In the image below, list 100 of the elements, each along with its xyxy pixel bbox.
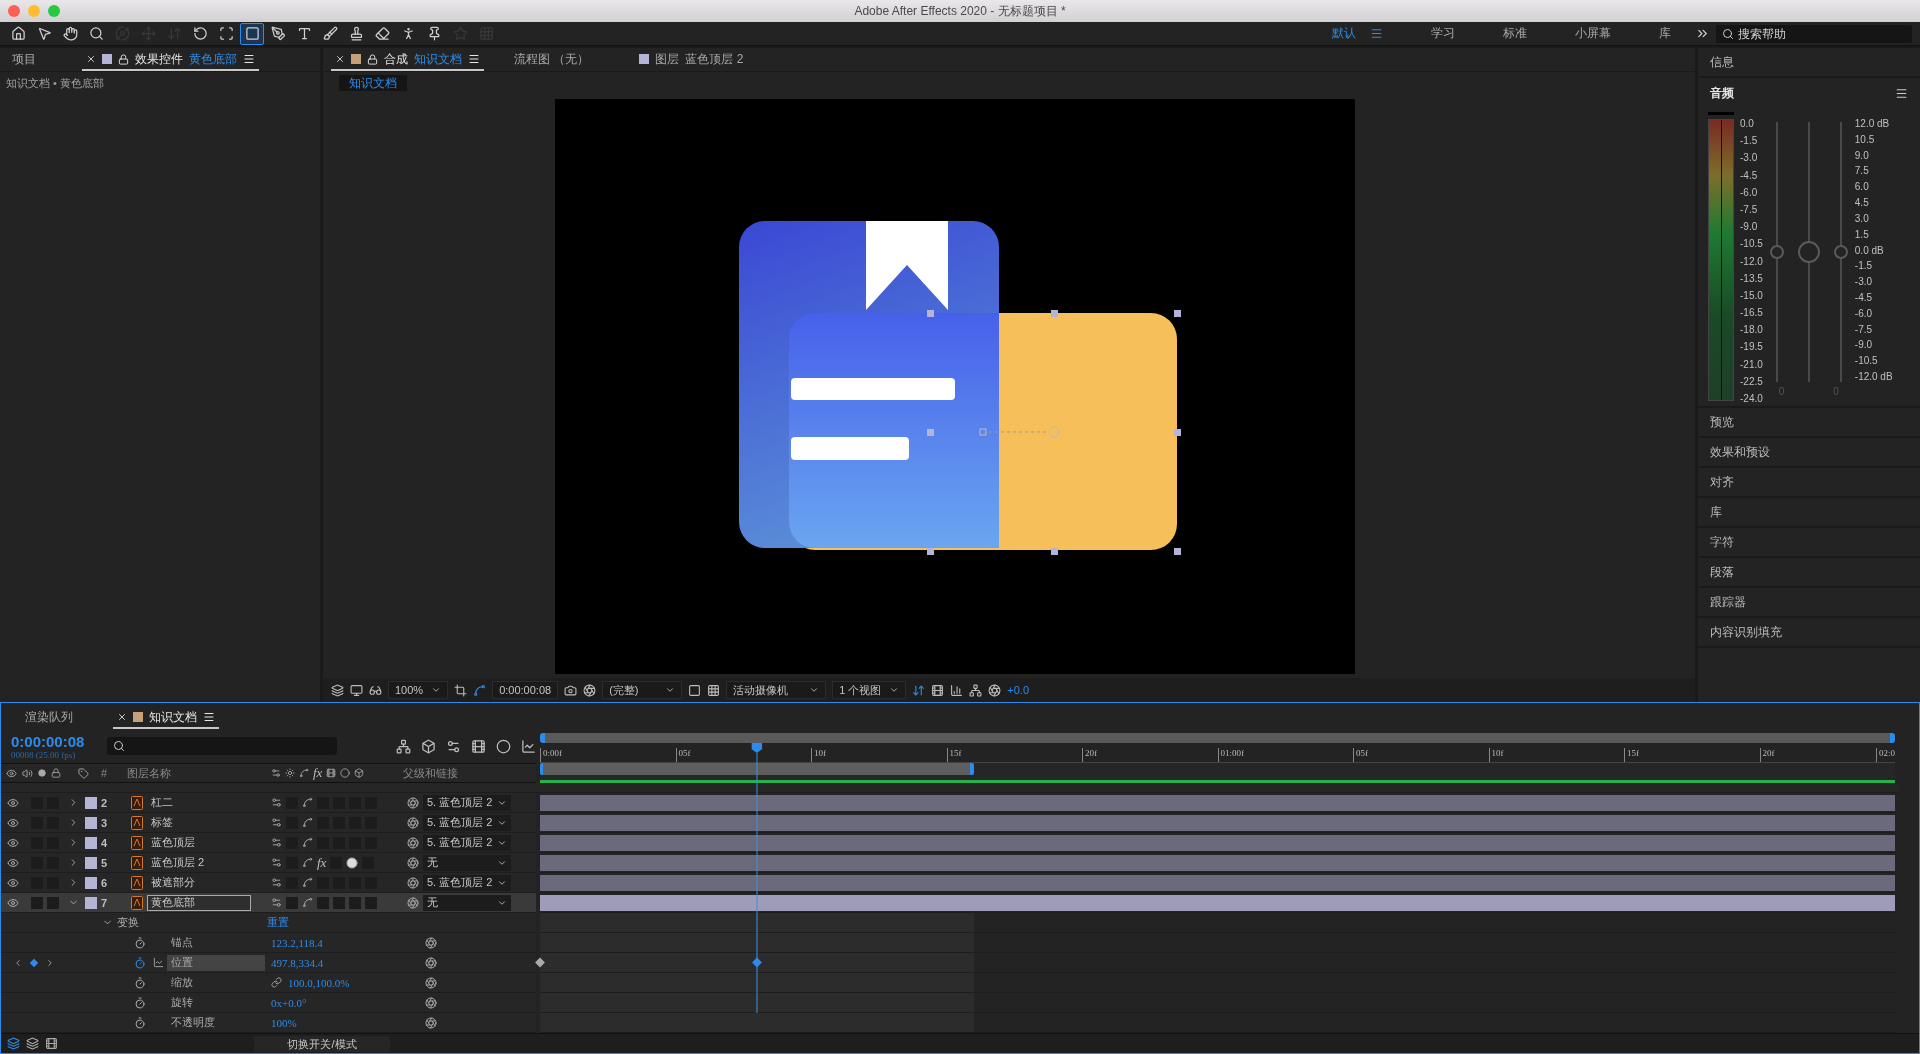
property-name[interactable]: 缩放 (167, 974, 265, 991)
mask-icon[interactable] (473, 683, 487, 697)
property-value[interactable]: 100.0,100.0% (288, 976, 350, 989)
next-keyframe-icon[interactable] (45, 957, 55, 968)
region-icon[interactable] (688, 683, 702, 697)
parent-dropdown[interactable]: 5. 蓝色顶层 2 (423, 814, 511, 831)
exposure-value[interactable]: +0.0 (1007, 684, 1030, 696)
label-swatch-icon[interactable] (85, 896, 97, 909)
layer-row[interactable]: 7 黄色底部 无 (1, 893, 536, 913)
caret-icon[interactable] (889, 685, 900, 695)
effects-column-header[interactable]: fx (313, 765, 323, 781)
chart-icon[interactable] (950, 683, 964, 697)
panel-header[interactable]: 跟踪器 (1698, 588, 1920, 618)
parent-dropdown[interactable]: 无 (423, 854, 511, 871)
workspace-tab[interactable]: 默认 (1308, 25, 1407, 42)
switch-box[interactable] (286, 896, 298, 909)
property-name[interactable]: 不透明度 (167, 1014, 265, 1031)
motion-blur-icon[interactable] (496, 738, 511, 754)
camera-icon[interactable] (564, 683, 578, 697)
previous-keyframe-icon[interactable] (13, 957, 23, 968)
panel-tab[interactable]: 渲染队列 (21, 707, 77, 729)
layer-bar[interactable] (540, 814, 1895, 831)
close-icon[interactable] (117, 712, 127, 722)
keyframe-icon[interactable] (535, 957, 545, 968)
graph-icon[interactable] (152, 957, 164, 968)
layer-name[interactable]: 黄色底部 (147, 894, 251, 911)
label-swatch-icon[interactable] (85, 796, 97, 809)
eye-icon[interactable] (7, 836, 19, 849)
layer-search-field[interactable] (107, 737, 337, 755)
parent-dropdown[interactable]: 5. 蓝色顶层 2 (423, 874, 511, 891)
property-value[interactable]: 123.2,118.4 (271, 936, 323, 949)
toggle-icon[interactable] (912, 683, 926, 697)
lock-icon[interactable] (50, 768, 61, 778)
property-name[interactable]: 旋转 (167, 994, 265, 1011)
panel-header[interactable]: 预览 (1698, 408, 1920, 438)
label-swatch-icon[interactable] (85, 836, 97, 849)
close-icon[interactable] (335, 54, 345, 64)
cube-icon[interactable] (421, 738, 436, 754)
layers-icon[interactable] (7, 1037, 20, 1050)
panel-header[interactable]: 内容识别填充 (1698, 618, 1920, 648)
eye-icon[interactable] (5, 767, 17, 779)
frame-blend-icon[interactable] (471, 738, 486, 754)
frame-icon[interactable] (45, 1037, 58, 1050)
crop-icon[interactable] (454, 683, 468, 697)
close-icon[interactable] (86, 54, 96, 64)
solo-icon[interactable] (37, 769, 46, 777)
property-value[interactable]: 100% (271, 1016, 297, 1029)
parent-dropdown[interactable]: 5. 蓝色顶层 2 (423, 794, 511, 811)
panel-tab[interactable]: 流程图 （无） (510, 49, 594, 71)
stopwatch-icon[interactable] (134, 976, 146, 989)
caret-icon[interactable] (809, 685, 820, 695)
label-swatch-icon[interactable] (85, 876, 97, 889)
camera-dropdown[interactable]: 活动摄像机 (726, 681, 827, 699)
panel-tab[interactable]: 合成 知识文档 (331, 49, 484, 71)
switch-box[interactable] (349, 896, 361, 909)
panel-header[interactable]: 字符 (1698, 528, 1920, 558)
link-icon[interactable] (271, 977, 282, 988)
panel-tab[interactable]: 知识文档 (113, 707, 219, 729)
audio-icon[interactable] (21, 767, 33, 779)
flow-icon[interactable] (396, 738, 411, 754)
layer-bar[interactable] (540, 854, 1895, 871)
exposure-icon[interactable] (988, 683, 1002, 697)
stopwatch-icon[interactable] (134, 1016, 146, 1029)
flowchart-icon[interactable] (969, 683, 983, 697)
composition-breadcrumb[interactable]: 知识文档 (339, 75, 407, 91)
eye-icon[interactable] (7, 816, 19, 829)
adjustment-icon[interactable] (346, 856, 359, 869)
layer-bar[interactable] (540, 874, 1895, 891)
render-icon[interactable] (931, 683, 945, 697)
menu-icon[interactable] (1895, 86, 1908, 100)
keyframe-icon[interactable] (29, 957, 39, 968)
resolution-dropdown[interactable]: (完整) (602, 681, 683, 699)
panel-header[interactable]: 效果和预设 (1698, 438, 1920, 468)
layer-bar[interactable] (540, 894, 1895, 911)
eye-icon[interactable] (7, 896, 19, 909)
eye-icon[interactable] (7, 876, 19, 889)
panel-header[interactable]: 库 (1698, 498, 1920, 528)
stopwatch-icon[interactable] (134, 996, 146, 1009)
panel-header[interactable]: 信息 (1698, 48, 1920, 78)
reset-link[interactable]: 重置 (267, 915, 289, 930)
toggle-mode-button[interactable]: 切换开关/模式 (254, 1035, 390, 1052)
views-dropdown[interactable]: 1 个视图 (832, 681, 907, 699)
lock-icon[interactable] (118, 53, 129, 65)
eye-icon[interactable] (7, 796, 19, 809)
rectangle-icon[interactable] (240, 22, 264, 45)
caret-icon[interactable] (431, 685, 442, 695)
comp-icon[interactable] (26, 1037, 39, 1050)
layer-row[interactable]: 4 蓝色顶层 5. 蓝色顶层 2 (1, 833, 536, 853)
time-display[interactable]: 0:00:00:08 (492, 681, 559, 699)
current-time[interactable]: 0:00:00:08 (11, 732, 97, 750)
layer-bar[interactable] (540, 794, 1895, 811)
switch-box[interactable] (365, 896, 377, 909)
panel-header[interactable]: 对齐 (1698, 468, 1920, 498)
solo-toggle[interactable] (31, 896, 43, 909)
lock-icon[interactable] (367, 53, 378, 65)
transparency-grid-icon[interactable] (707, 683, 721, 697)
layer-name[interactable]: 标签 (147, 814, 251, 831)
label-icon[interactable] (77, 767, 89, 779)
workspace-tab[interactable]: 标准 (1479, 25, 1551, 42)
layers-icon[interactable] (331, 683, 344, 697)
